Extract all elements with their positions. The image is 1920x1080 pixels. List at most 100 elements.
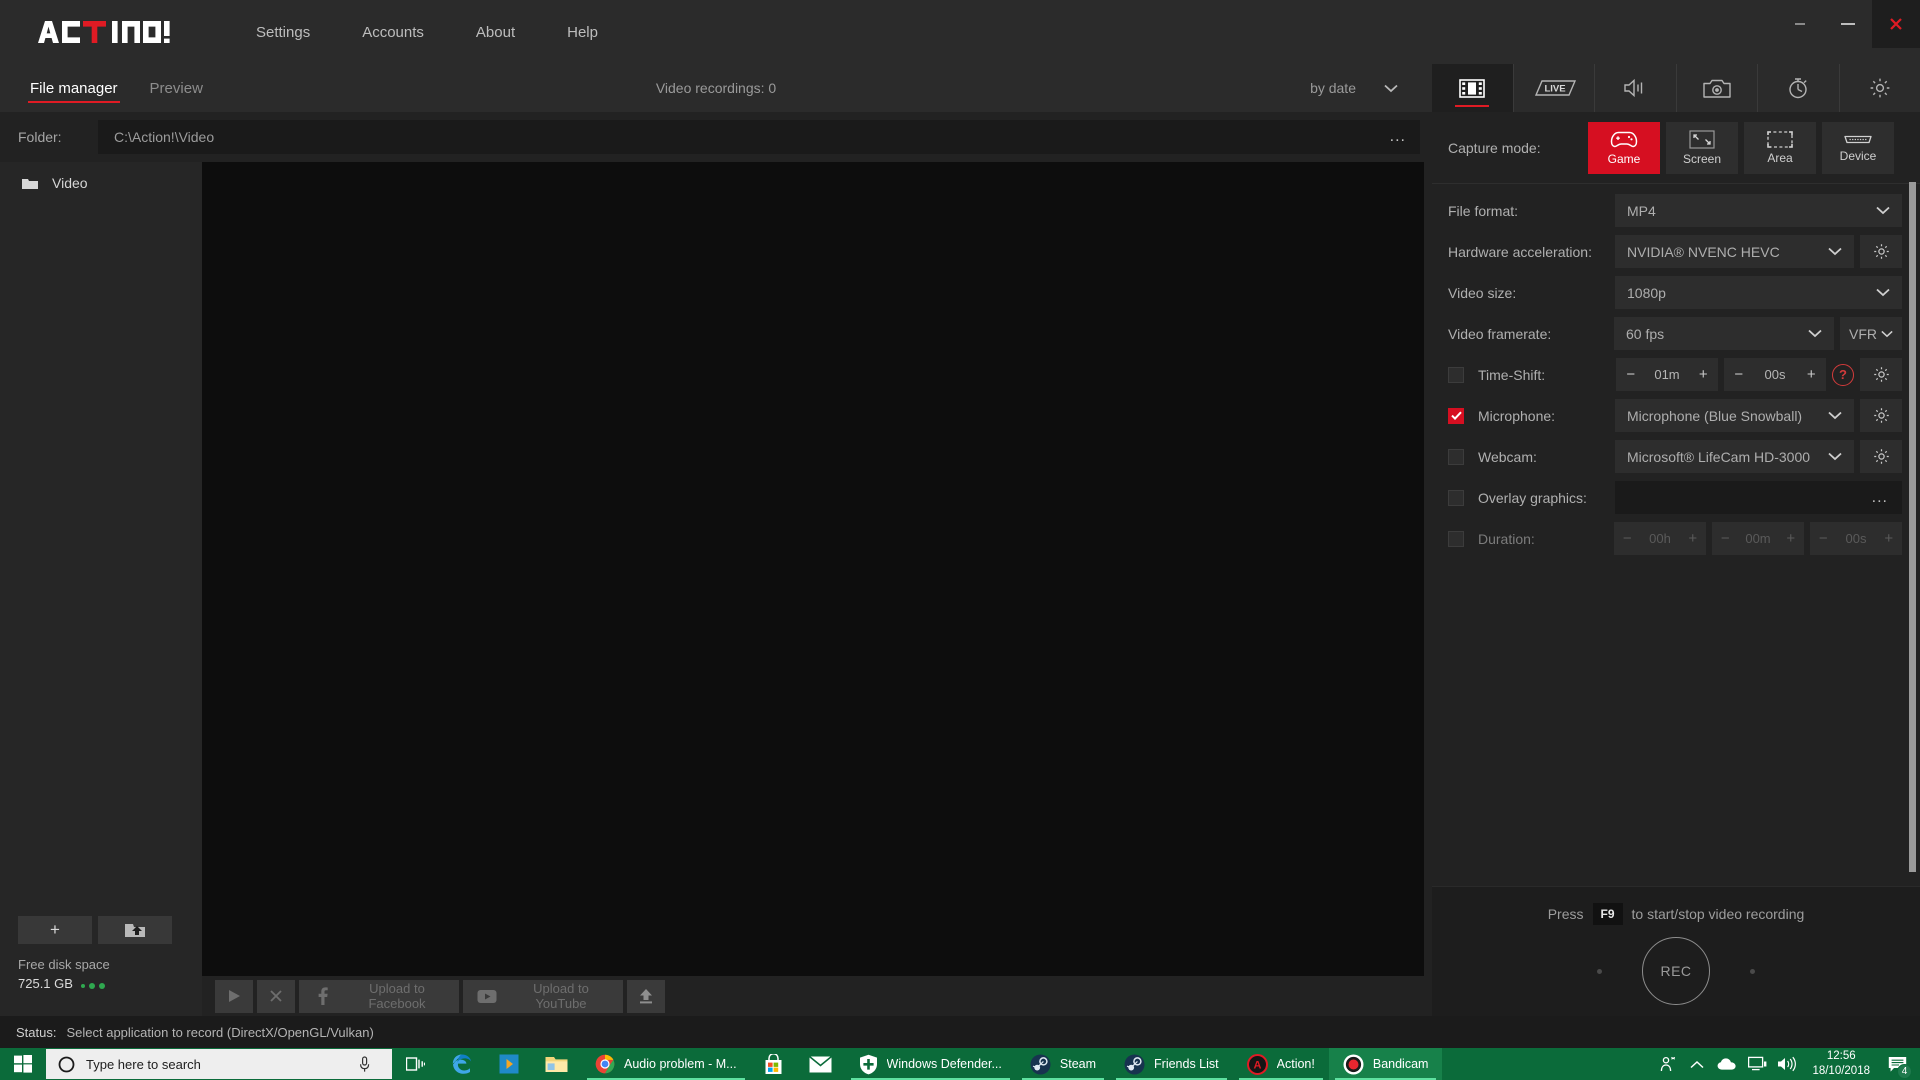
- chevron-down-icon: [1808, 329, 1822, 338]
- row-overlay-graphics: Overlay graphics: ...: [1432, 481, 1902, 514]
- close-button[interactable]: [1872, 0, 1920, 48]
- taskbar-item-edge[interactable]: [438, 1048, 486, 1080]
- tray-network-button[interactable]: [1742, 1048, 1772, 1080]
- webcam-checkbox[interactable]: [1448, 449, 1464, 465]
- hardware-acceleration-label: Hardware acceleration:: [1448, 244, 1613, 260]
- time-shift-settings-button[interactable]: [1860, 358, 1902, 391]
- menu-item-help[interactable]: Help: [541, 0, 624, 64]
- taskbar-item-chrome[interactable]: Audio problem - M...: [581, 1048, 751, 1080]
- row-duration: Duration: − 00h + − 00m + − 00s: [1432, 522, 1902, 555]
- microphone-checkbox[interactable]: [1448, 408, 1464, 424]
- taskbar-item-label: Friends List: [1154, 1057, 1219, 1071]
- plus-icon[interactable]: +: [1679, 522, 1706, 555]
- tab-video[interactable]: [1432, 64, 1514, 112]
- microphone-icon[interactable]: [359, 1056, 370, 1073]
- tree-item-video[interactable]: Video: [0, 162, 202, 204]
- open-folder-button[interactable]: [98, 916, 172, 944]
- tray-onedrive-button[interactable]: [1712, 1048, 1742, 1080]
- menu-item-about[interactable]: About: [450, 0, 541, 64]
- plus-icon[interactable]: +: [1797, 358, 1826, 391]
- taskbar-item-movies-tv[interactable]: [486, 1048, 532, 1080]
- delete-button[interactable]: [257, 980, 295, 1013]
- tray-people-button[interactable]: [1652, 1048, 1682, 1080]
- tab-benchmark[interactable]: [1758, 64, 1840, 112]
- plus-icon[interactable]: +: [1689, 358, 1718, 391]
- play-button[interactable]: [215, 980, 253, 1013]
- chevron-up-icon: [1690, 1060, 1704, 1069]
- menu-item-accounts[interactable]: Accounts: [336, 0, 450, 64]
- sort-order-value: by date: [1310, 80, 1356, 96]
- tab-preview[interactable]: Preview: [148, 64, 205, 112]
- hardware-acceleration-select[interactable]: NVIDIA® NVENC HEVC: [1615, 235, 1854, 268]
- time-shift-seconds-stepper[interactable]: − 00s +: [1724, 358, 1826, 391]
- tab-live[interactable]: LIVE: [1514, 64, 1596, 112]
- tray-volume-button[interactable]: [1772, 1048, 1802, 1080]
- task-view-button[interactable]: [392, 1048, 438, 1080]
- start-button[interactable]: [0, 1048, 46, 1080]
- duration-checkbox[interactable]: [1448, 531, 1464, 547]
- duration-minutes-stepper[interactable]: − 00m +: [1712, 522, 1804, 555]
- menu-label: Accounts: [362, 24, 424, 41]
- taskbar-clock[interactable]: 12:56 18/10/2018: [1802, 1048, 1880, 1080]
- duration-seconds-stepper[interactable]: − 00s +: [1810, 522, 1902, 555]
- minus-icon[interactable]: −: [1712, 522, 1739, 555]
- disk-value: 725.1 GB: [18, 976, 73, 991]
- maximize-button[interactable]: [1824, 0, 1872, 48]
- overlay-graphics-checkbox[interactable]: [1448, 490, 1464, 506]
- capture-mode-device[interactable]: Device: [1822, 122, 1894, 174]
- minus-icon[interactable]: −: [1724, 358, 1753, 391]
- time-shift-minutes-stepper[interactable]: − 01m +: [1616, 358, 1718, 391]
- webcam-settings-button[interactable]: [1860, 440, 1902, 473]
- taskbar-item-microsoft-store[interactable]: [751, 1048, 796, 1080]
- taskbar-item-windows-defender[interactable]: Windows Defender...: [845, 1048, 1016, 1080]
- capture-mode-game[interactable]: Game: [1588, 122, 1660, 174]
- tab-file-manager[interactable]: File manager: [28, 64, 120, 112]
- upload-youtube-button[interactable]: Upload to YouTube: [463, 980, 623, 1013]
- taskbar-item-action[interactable]: A Action!: [1233, 1048, 1329, 1080]
- hardware-acceleration-settings-button[interactable]: [1860, 235, 1902, 268]
- scrollbar-thumb[interactable]: [1909, 182, 1916, 872]
- record-button[interactable]: REC: [1642, 937, 1710, 1005]
- video-size-select[interactable]: 1080p: [1615, 276, 1902, 309]
- plus-icon[interactable]: +: [1777, 522, 1804, 555]
- duration-hours-stepper[interactable]: − 00h +: [1614, 522, 1706, 555]
- overlay-graphics-browse-button[interactable]: ...: [1872, 489, 1888, 507]
- search-placeholder: Type here to search: [86, 1057, 201, 1072]
- framerate-mode-select[interactable]: VFR: [1840, 317, 1902, 350]
- taskbar-item-friends-list[interactable]: Friends List: [1110, 1048, 1233, 1080]
- microphone-settings-button[interactable]: [1860, 399, 1902, 432]
- webcam-select[interactable]: Microsoft® LifeCam HD-3000: [1615, 440, 1854, 473]
- minus-icon[interactable]: −: [1616, 358, 1645, 391]
- minus-icon[interactable]: −: [1614, 522, 1641, 555]
- taskbar-item-steam[interactable]: Steam: [1016, 1048, 1110, 1080]
- notification-center-button[interactable]: 4: [1880, 1048, 1914, 1080]
- settings-scrollbar[interactable]: [1909, 182, 1916, 882]
- folder-path-input[interactable]: C:\Action!\Video ...: [98, 120, 1420, 154]
- time-shift-checkbox[interactable]: [1448, 367, 1464, 383]
- capture-mode-area[interactable]: Area: [1744, 122, 1816, 174]
- upload-facebook-button[interactable]: Upload to Facebook: [299, 980, 459, 1013]
- video-framerate-select[interactable]: 60 fps: [1614, 317, 1834, 350]
- folder-browse-button[interactable]: ...: [1390, 128, 1406, 146]
- minimize-button[interactable]: [1776, 0, 1824, 48]
- file-format-select[interactable]: MP4: [1615, 194, 1902, 227]
- tray-show-hidden-button[interactable]: [1682, 1048, 1712, 1080]
- taskbar-item-file-explorer[interactable]: [532, 1048, 581, 1080]
- plus-icon[interactable]: +: [1875, 522, 1902, 555]
- taskbar-item-bandicam[interactable]: Bandicam: [1329, 1048, 1443, 1080]
- store-icon: [764, 1054, 783, 1075]
- time-shift-warning-icon[interactable]: ?: [1832, 364, 1854, 386]
- tab-screenshot[interactable]: [1677, 64, 1759, 112]
- microphone-select[interactable]: Microphone (Blue Snowball): [1615, 399, 1854, 432]
- overlay-graphics-input[interactable]: ...: [1615, 481, 1902, 514]
- search-input[interactable]: Type here to search: [46, 1049, 392, 1079]
- add-folder-button[interactable]: +: [18, 916, 92, 944]
- upload-other-button[interactable]: [627, 980, 665, 1013]
- tab-audio[interactable]: [1595, 64, 1677, 112]
- tab-settings[interactable]: [1840, 64, 1920, 112]
- taskbar-item-mail[interactable]: [796, 1048, 845, 1080]
- minus-icon[interactable]: −: [1810, 522, 1837, 555]
- sort-order-dropdown[interactable]: by date: [1310, 64, 1398, 112]
- capture-mode-screen[interactable]: Screen: [1666, 122, 1738, 174]
- menu-item-settings[interactable]: Settings: [230, 0, 336, 64]
